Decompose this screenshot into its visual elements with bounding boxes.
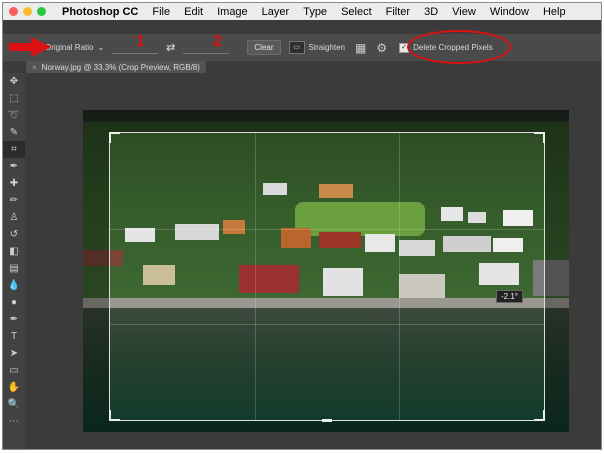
chevron-down-icon: ⌄ bbox=[97, 43, 105, 52]
menu-3d[interactable]: 3D bbox=[424, 6, 438, 18]
healing-brush-tool-icon[interactable]: ✚ bbox=[3, 175, 25, 192]
menu-view[interactable]: View bbox=[452, 6, 476, 18]
quick-select-tool-icon[interactable]: ✎ bbox=[3, 124, 25, 141]
annotation-highlight-ellipse bbox=[407, 30, 511, 64]
dodge-tool-icon[interactable]: ● bbox=[3, 294, 25, 311]
menu-type[interactable]: Type bbox=[303, 6, 327, 18]
crop-shield-top bbox=[83, 110, 569, 132]
close-window-button[interactable] bbox=[9, 7, 18, 16]
menu-window[interactable]: Window bbox=[490, 6, 529, 18]
minimize-window-button[interactable] bbox=[23, 7, 32, 16]
crop-handle-bottom-right[interactable] bbox=[534, 410, 545, 421]
clear-button[interactable]: Clear bbox=[247, 40, 281, 55]
rotation-angle-readout: -2.1° bbox=[496, 290, 523, 303]
more-tools-icon[interactable]: ⋯ bbox=[3, 413, 25, 430]
menu-app-name[interactable]: Photoshop CC bbox=[62, 6, 138, 18]
crop-box[interactable] bbox=[109, 132, 545, 422]
crop-shield-right bbox=[545, 132, 569, 421]
crop-options-bar: ⌗ Original Ratio ⌄ ⇄ Clear ▭ Straighten … bbox=[3, 34, 601, 61]
straighten-button[interactable]: ▭ Straighten bbox=[288, 41, 345, 54]
crop-handle-top-left[interactable] bbox=[109, 132, 120, 143]
grid-line bbox=[110, 324, 544, 326]
clone-stamp-tool-icon[interactable]: ♙ bbox=[3, 209, 25, 226]
annotation-number-2: 2 bbox=[213, 33, 222, 50]
photoshop-window: Photoshop CC File Edit Image Layer Type … bbox=[2, 2, 602, 450]
menu-edit[interactable]: Edit bbox=[184, 6, 203, 18]
height-ratio-field[interactable] bbox=[183, 41, 230, 54]
pen-tool-icon[interactable]: ✒ bbox=[3, 311, 25, 328]
rectangle-tool-icon[interactable]: ▭ bbox=[3, 362, 25, 379]
crop-shield-bottom bbox=[83, 421, 569, 432]
type-tool-icon[interactable]: T bbox=[3, 328, 25, 345]
gear-icon[interactable]: ⚙ bbox=[376, 41, 387, 55]
tools-panel: ✥ ⬚ ➰ ✎ ⌗ ✒ ✚ ✏ ♙ ↺ ◧ ▤ 💧 ● ✒ T ➤ ▭ ✋ 🔍 … bbox=[3, 73, 25, 449]
swap-dimensions-icon[interactable]: ⇄ bbox=[166, 41, 175, 54]
path-selection-tool-icon[interactable]: ➤ bbox=[3, 345, 25, 362]
crop-shield-left bbox=[83, 132, 109, 421]
menu-image[interactable]: Image bbox=[217, 6, 248, 18]
grid-line bbox=[254, 133, 256, 420]
gradient-tool-icon[interactable]: ▤ bbox=[3, 260, 25, 277]
marquee-tool-icon[interactable]: ⬚ bbox=[3, 90, 25, 107]
crop-handle-bottom-left[interactable] bbox=[109, 410, 120, 421]
crop-handle-bottom[interactable] bbox=[322, 419, 332, 422]
menu-layer[interactable]: Layer bbox=[262, 6, 290, 18]
crop-handle-top-right[interactable] bbox=[534, 132, 545, 143]
crop-tool-icon[interactable]: ⌗ bbox=[3, 141, 25, 158]
maximize-window-button[interactable] bbox=[37, 7, 46, 16]
grid-line bbox=[399, 133, 401, 420]
menu-help[interactable]: Help bbox=[543, 6, 566, 18]
aspect-ratio-dropdown[interactable]: Original Ratio ⌄ bbox=[45, 43, 104, 52]
document-canvas[interactable]: -2.1° bbox=[83, 110, 569, 432]
lasso-tool-icon[interactable]: ➰ bbox=[3, 107, 25, 124]
document-tab[interactable]: × Norway.jpg @ 33.3% (Crop Preview, RGB/… bbox=[26, 61, 206, 73]
menu-select[interactable]: Select bbox=[341, 6, 372, 18]
hand-tool-icon[interactable]: ✋ bbox=[3, 379, 25, 396]
grid-line bbox=[110, 228, 544, 230]
zoom-tool-icon[interactable]: 🔍 bbox=[3, 396, 25, 413]
history-brush-tool-icon[interactable]: ↺ bbox=[3, 226, 25, 243]
document-tab-title: Norway.jpg @ 33.3% (Crop Preview, RGB/8) bbox=[41, 62, 200, 72]
blur-tool-icon[interactable]: 💧 bbox=[3, 277, 25, 294]
overlay-grid-icon[interactable]: ▦ bbox=[355, 41, 366, 55]
window-controls bbox=[9, 7, 46, 16]
eraser-tool-icon[interactable]: ◧ bbox=[3, 243, 25, 260]
straighten-label: Straighten bbox=[308, 43, 345, 52]
brush-tool-icon[interactable]: ✏ bbox=[3, 192, 25, 209]
close-icon[interactable]: × bbox=[32, 63, 37, 72]
menu-file[interactable]: File bbox=[152, 6, 170, 18]
aspect-ratio-value: Original Ratio bbox=[45, 43, 94, 52]
annotation-number-1: 1 bbox=[136, 33, 145, 50]
level-icon: ▭ bbox=[288, 41, 305, 54]
annotation-arrow-icon bbox=[9, 37, 51, 57]
eyedropper-tool-icon[interactable]: ✒ bbox=[3, 158, 25, 175]
menu-bar: Photoshop CC File Edit Image Layer Type … bbox=[3, 3, 601, 20]
move-tool-icon[interactable]: ✥ bbox=[3, 73, 25, 90]
menu-filter[interactable]: Filter bbox=[386, 6, 410, 18]
